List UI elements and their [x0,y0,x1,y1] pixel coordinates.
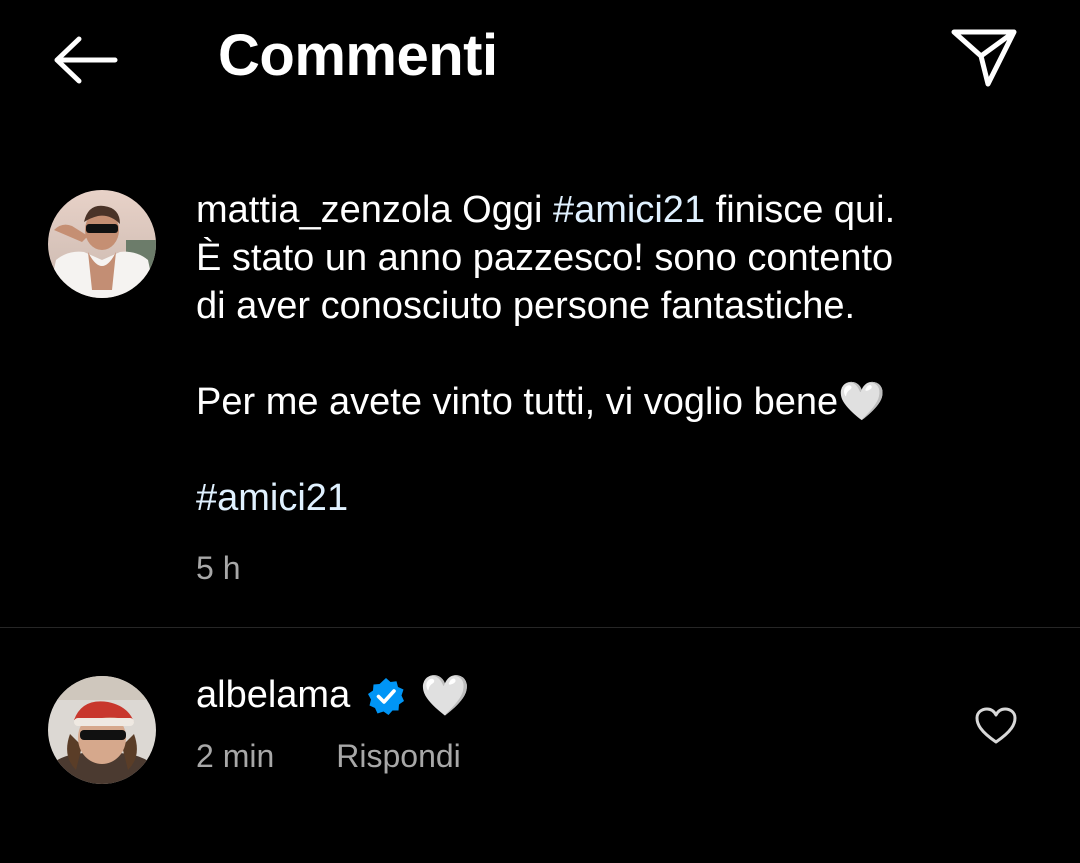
page-title: Commenti [218,23,498,88]
caption-line: #amici21 [196,474,1036,522]
reply-button[interactable]: Rispondi [336,738,461,775]
caption-line: È stato un anno pazzesco! sono contento [196,237,894,279]
divider [0,627,1080,628]
caption-text: mattia_zenzola Oggi #amici21 finisce qui… [196,186,1036,522]
avatar[interactable] [48,190,156,298]
caption-text-part: finisce qui. [715,189,896,231]
caption-line: mattia_zenzola Oggi #amici21 finisce qui… [196,186,1036,234]
heart-outline-icon [975,707,1017,744]
comment-meta: 2 min Rispondi [196,738,461,775]
hashtag-link[interactable]: #amici21 [553,189,705,231]
hashtag-link[interactable]: #amici21 [196,477,348,519]
avatar[interactable] [48,676,156,784]
caption-spacer [196,426,1036,474]
caption-username[interactable]: mattia_zenzola [196,189,452,231]
comment-header: albelama 🤍 [196,672,470,719]
caption-text-part: Oggi [462,189,543,231]
comment-text: 🤍 [420,674,471,718]
share-button[interactable] [944,22,1024,92]
like-button[interactable] [974,706,1018,746]
comment-item: albelama 🤍 2 min Rispondi [0,670,1080,790]
back-button[interactable] [44,28,124,92]
verified-badge-icon [366,676,406,716]
arrow-left-icon [54,36,118,84]
comment-username[interactable]: albelama [196,674,350,717]
caption-timestamp: 5 h [196,550,241,586]
caption-spacer [196,330,1036,378]
header: Commenti [0,0,1080,115]
caption-line: Per me avete vinto tutti, vi voglio bene… [196,381,886,423]
comment-timestamp: 2 min [196,738,275,774]
paper-plane-icon [951,29,1017,87]
caption-line: di aver conosciuto persone fantastiche. [196,285,856,327]
